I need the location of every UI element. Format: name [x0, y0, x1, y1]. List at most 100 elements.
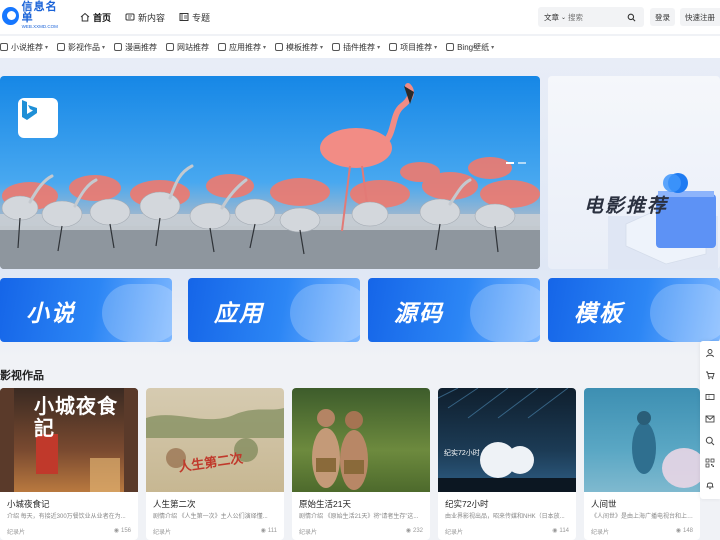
card-thumbnail[interactable]: 小城夜食記: [0, 388, 138, 492]
chevron-down-icon: ▾: [102, 44, 106, 51]
tile-apps[interactable]: 应用: [188, 278, 360, 342]
logo-domain: WEB.XXMD.COM: [21, 24, 58, 30]
card-title[interactable]: 纪实72小时: [445, 498, 488, 510]
right-toolbar: [700, 341, 720, 499]
category-bing-wallpaper[interactable]: Bing壁纸 ▾: [446, 42, 494, 53]
film-card[interactable]: 原始生活21天 剧情介绍 《原始生活21天》将“请者生存”这... 纪录片 ◉ 2…: [292, 388, 430, 540]
bell-icon[interactable]: [705, 480, 715, 490]
nav-home[interactable]: 首页: [80, 11, 111, 24]
card-views: ◉ 111: [260, 527, 277, 535]
hero-banner[interactable]: [0, 76, 540, 269]
tile-decor: [102, 284, 172, 342]
chevron-down-icon: ▾: [263, 44, 267, 51]
comic-icon: [114, 43, 123, 51]
card-tag[interactable]: 纪录片: [7, 527, 25, 536]
book-icon: [0, 43, 8, 51]
site-logo[interactable]: 信息名单 WEB.XXMD.COM: [2, 2, 66, 29]
quick-register-button[interactable]: 快速注册: [680, 8, 720, 26]
search-icon[interactable]: [705, 436, 715, 446]
category-bar: 小说推荐 ▾ 影视作品 ▾ 漫画推荐 网站推荐 应用推荐 ▾ 模板推荐 ▾ 插件推荐 ▾ …: [0, 36, 720, 58]
card-title[interactable]: 小城夜食记: [7, 498, 50, 510]
category-projects[interactable]: 项目推荐 ▾: [389, 42, 437, 53]
card-thumbnail[interactable]: [292, 388, 430, 492]
poster-title: 小城夜食記: [34, 396, 118, 440]
main-nav: 首页 新内容 专题: [80, 0, 224, 34]
user-icon[interactable]: [705, 348, 715, 358]
category-films[interactable]: 影视作品 ▾: [57, 42, 105, 53]
film-card[interactable]: 纪实72小时 纪实72小时 由业界影视出品，昭来传媒和NHK（日本放... 纪录…: [438, 388, 576, 540]
card-tag[interactable]: 纪录片: [299, 527, 317, 536]
film-card[interactable]: 小城夜食記 小城夜食记 介绍 每天，有接近300万餐饮业从业者在为... 纪录片…: [0, 388, 138, 540]
card-thumbnail[interactable]: [584, 388, 700, 492]
chevron-down-icon: ▾: [491, 44, 495, 51]
image-icon: [446, 43, 455, 51]
bing-logo-icon: [18, 98, 58, 138]
ticket-icon[interactable]: [705, 392, 715, 402]
search-box: 文章 ⌄: [538, 7, 644, 27]
category-apps[interactable]: 应用推荐 ▾: [218, 42, 266, 53]
eye-icon: ◉: [113, 528, 119, 534]
search-button[interactable]: [624, 10, 638, 24]
card-tag[interactable]: 纪录片: [591, 527, 609, 536]
category-novels[interactable]: 小说推荐 ▾: [0, 42, 48, 53]
tile-decor: [650, 284, 720, 342]
card-title[interactable]: 人生第二次: [153, 498, 196, 510]
card-title[interactable]: 原始生活21天: [299, 498, 351, 510]
nav-new-content-label: 新内容: [138, 12, 166, 23]
eye-icon: ◉: [260, 528, 266, 534]
tile-decor: [290, 284, 360, 342]
tile-label: 小说: [26, 300, 76, 326]
film-card[interactable]: 人生第二次 人生第二次 剧情介绍 《人生第一次》主人公们演绎懂... 纪录片 ◉…: [146, 388, 284, 540]
logo-mark-icon: [2, 7, 19, 25]
tile-novels[interactable]: 小说: [0, 278, 172, 342]
login-button[interactable]: 登录: [650, 8, 675, 26]
card-views: ◉ 114: [552, 527, 569, 535]
link-icon: [166, 43, 175, 51]
carousel-indicators[interactable]: [506, 162, 526, 164]
search-input[interactable]: [568, 12, 624, 22]
section-title: 影视作品: [0, 370, 44, 382]
movie-recommend-promo[interactable]: 电影推荐: [548, 76, 720, 269]
cart-icon[interactable]: [705, 370, 715, 380]
tile-source-code[interactable]: 源码: [368, 278, 540, 342]
card-tag[interactable]: 纪录片: [153, 527, 171, 536]
nav-topics[interactable]: 专题: [179, 11, 210, 24]
card-desc: 《人间世》是由上海广播电视台和上海市卫...: [591, 514, 697, 520]
nav-home-label: 首页: [93, 12, 112, 23]
category-plugins[interactable]: 插件推荐 ▾: [332, 42, 380, 53]
card-desc: 由业界影视出品，昭来传媒和NHK（日本放...: [445, 514, 565, 520]
chevron-down-icon: ▾: [320, 44, 324, 51]
category-templates[interactable]: 模板推荐 ▾: [275, 42, 323, 53]
carousel-dot[interactable]: [506, 162, 514, 164]
card-views: ◉ 148: [675, 527, 693, 535]
topic-icon: [179, 13, 189, 21]
card-title[interactable]: 人间世: [591, 498, 617, 510]
film-card[interactable]: 人间世 《人间世》是由上海广播电视台和上海市卫... 纪录片 ◉148: [584, 388, 700, 540]
chevron-down-icon: ▾: [45, 44, 49, 51]
eye-icon: ◉: [675, 528, 681, 534]
category-comics[interactable]: 漫画推荐: [114, 42, 157, 53]
carousel-dot[interactable]: [518, 162, 526, 164]
card-views: ◉ 232: [405, 527, 423, 535]
home-icon: [80, 12, 90, 22]
nav-new-content[interactable]: 新内容: [125, 11, 165, 24]
card-thumbnail[interactable]: 纪实72小时: [438, 388, 576, 492]
card-thumbnail[interactable]: 人生第二次: [146, 388, 284, 492]
tile-templates[interactable]: 模板: [548, 278, 720, 342]
qrcode-icon[interactable]: [705, 458, 715, 468]
app-icon: [218, 43, 227, 51]
search-category-select[interactable]: 文章 ⌄: [538, 12, 568, 23]
film-card-list: 小城夜食記 小城夜食记 介绍 每天，有接近300万餐饮业从业者在为... 纪录片…: [0, 388, 720, 540]
mail-icon[interactable]: [705, 414, 715, 424]
top-header: 信息名单 WEB.XXMD.COM 首页 新内容 专题 文章 ⌄ 登录 快速注册: [0, 0, 720, 34]
nav-topics-label: 专题: [192, 12, 211, 23]
chevron-down-icon: ▾: [434, 44, 438, 51]
news-icon: [125, 13, 135, 21]
category-sites[interactable]: 网站推荐: [166, 42, 209, 53]
chevron-down-icon: ▾: [377, 44, 381, 51]
promo-decor: [608, 191, 718, 269]
template-icon: [275, 43, 284, 51]
card-views: ◉ 156: [113, 527, 131, 535]
logo-title: 信息名单: [21, 1, 58, 25]
card-tag[interactable]: 纪录片: [445, 527, 463, 536]
